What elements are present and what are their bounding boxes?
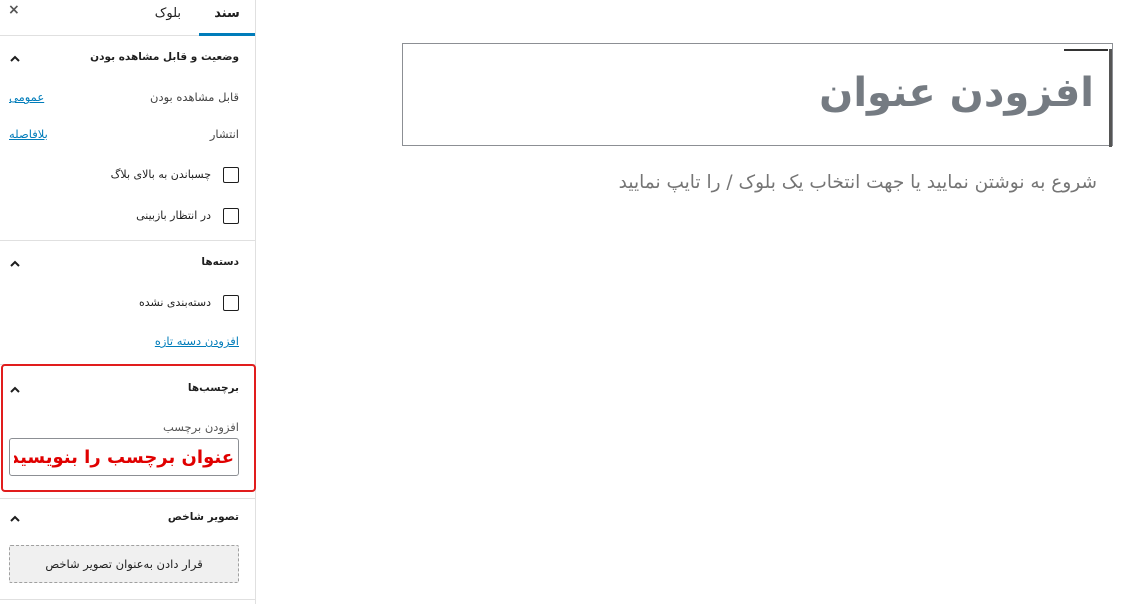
uncategorized-label: دسته‌بندی نشده (138, 296, 211, 309)
visibility-value-link[interactable]: عمومی (9, 90, 44, 104)
pending-review-checkbox[interactable] (223, 208, 239, 224)
stick-to-top-row: چسباندن به بالای بلاگ (9, 167, 239, 185)
status-panel: وضعیت و قابل مشاهده بودن قابل مشاهده بود… (0, 37, 255, 241)
stick-to-top-label: چسباندن به بالای بلاگ (110, 168, 211, 181)
status-panel-title: وضعیت و قابل مشاهده بودن (90, 51, 239, 63)
default-block-appender[interactable]: شروع به نوشتن نمایید یا جهت انتخاب یک بل… (619, 172, 1097, 193)
title-focus-bar (1109, 49, 1112, 147)
featured-image-panel-title: تصویر شاخص (167, 511, 239, 523)
close-icon[interactable]: × (8, 3, 22, 17)
chevron-up-icon[interactable] (9, 513, 21, 525)
featured-image-panel-header[interactable]: تصویر شاخص (0, 511, 255, 531)
categories-panel-title: دسته‌ها (201, 256, 239, 268)
visibility-label: قابل مشاهده بودن (150, 90, 239, 104)
categories-panel: دسته‌ها دسته‌بندی نشده افزودن دسته تازه (0, 241, 255, 365)
post-title-placeholder: افزودن عنوان (819, 70, 1094, 116)
sidebar-tabs: سند بلوک × (0, 0, 255, 36)
tag-input[interactable] (9, 438, 239, 476)
status-panel-header[interactable]: وضعیت و قابل مشاهده بودن (0, 51, 255, 71)
publish-value-link[interactable]: بلافاصله (9, 127, 48, 141)
categories-panel-header[interactable]: دسته‌ها (0, 256, 255, 276)
stick-to-top-checkbox[interactable] (223, 167, 239, 183)
post-title-block[interactable]: افزودن عنوان (402, 43, 1113, 147)
tab-block[interactable]: بلوک (155, 0, 181, 36)
pending-review-label: در انتظار بازبینی (136, 209, 211, 222)
chevron-up-icon[interactable] (9, 53, 21, 65)
uncategorized-checkbox[interactable] (223, 295, 239, 311)
settings-sidebar: سند بلوک × وضعیت و قابل مشاهده بودن قابل… (0, 0, 256, 604)
chevron-up-icon[interactable] (9, 258, 21, 270)
add-category-link[interactable]: افزودن دسته تازه (155, 334, 239, 348)
set-featured-image-button[interactable]: قرار دادن به‌عنوان تصویر شاخص (9, 545, 239, 583)
pending-review-row: در انتظار بازبینی (9, 208, 239, 226)
uncategorized-row: دسته‌بندی نشده (9, 295, 239, 313)
tab-document[interactable]: سند (199, 0, 255, 36)
title-cursor-mark (1064, 49, 1108, 51)
publish-label: انتشار (209, 127, 239, 141)
